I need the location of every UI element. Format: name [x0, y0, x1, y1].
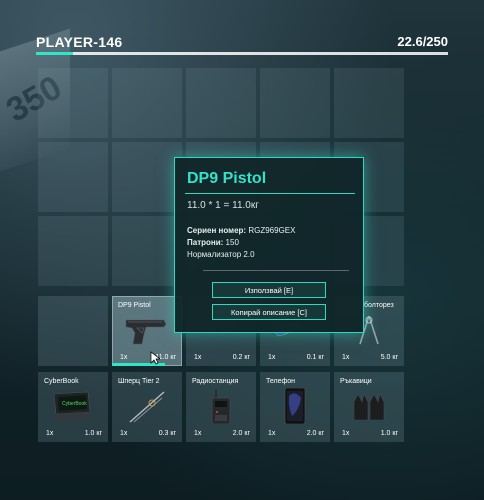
item-quantity: 1x: [120, 430, 128, 437]
item-weight: 5.0 кг: [380, 354, 398, 361]
radio-icon: [211, 390, 231, 424]
item-name: Шперц Tier 2: [118, 378, 160, 385]
tooltip-title: DP9 Pistol: [187, 170, 267, 187]
item-weight: 2.0 кг: [232, 430, 250, 437]
inventory-item-gloves[interactable]: Ръкавици 1x 1.0 кг: [334, 372, 404, 442]
tooltip-info: Сериен номер: RGZ969GEX Патрони: 150 Нор…: [187, 225, 295, 261]
inventory-item-cyberbook[interactable]: CyberBook CyberBook 1x 1.0 кг: [38, 372, 108, 442]
tooltip-serial: Сериен номер: RGZ969GEX: [187, 225, 295, 237]
serial-value: RGZ969GEX: [248, 226, 296, 235]
item-quantity: 1x: [194, 354, 202, 361]
item-quantity: 1x: [194, 430, 202, 437]
use-button[interactable]: Използвай [E]: [212, 282, 326, 298]
gloves-icon: [353, 393, 385, 421]
tooltip-divider: [185, 193, 355, 194]
inventory-item-lockpick[interactable]: Шперц Tier 2 1x 0.3 кг: [112, 372, 182, 442]
header: PLAYER-146 22.6/250: [36, 32, 448, 56]
tooltip-divider: [203, 270, 349, 271]
ammo-label: Патрони:: [187, 238, 224, 247]
item-tooltip: DP9 Pistol 11.0 * 1 = 11.0кг Сериен номе…: [174, 157, 364, 333]
inventory-slot[interactable]: [334, 68, 404, 138]
inventory-item-dp9-pistol[interactable]: DP9 Pistol 1x 11.0 кг: [112, 296, 182, 366]
inventory-slot[interactable]: [38, 216, 108, 286]
item-weight: 0.3 кг: [158, 430, 176, 437]
serial-label: Сериен номер:: [187, 226, 247, 235]
mouse-cursor-icon: [150, 351, 160, 365]
copy-description-button[interactable]: Копирай описание [C]: [212, 304, 326, 320]
item-weight: 0.1 кг: [306, 354, 324, 361]
item-weight: 1.0 кг: [380, 430, 398, 437]
item-name: Телефон: [266, 378, 296, 385]
phone-icon: [284, 388, 306, 424]
normalizer-label: Нормализатор: [187, 250, 242, 259]
weight-bar-fill: [36, 52, 74, 55]
normalizer-value: 2.0: [243, 250, 255, 259]
item-weight: 0.2 кг: [232, 354, 250, 361]
item-quantity: 1x: [120, 354, 128, 361]
player-name: PLAYER-146: [36, 34, 123, 50]
item-name: Радиостанция: [192, 378, 239, 385]
svg-text:CyberBook: CyberBook: [62, 401, 87, 407]
item-quantity: 1x: [342, 430, 350, 437]
item-name: DP9 Pistol: [118, 302, 151, 309]
item-quantity: 1x: [46, 430, 54, 437]
inventory-slot[interactable]: [112, 68, 182, 138]
item-quantity: 1x: [268, 430, 276, 437]
inventory-slot[interactable]: [38, 68, 108, 138]
inventory-slot[interactable]: [112, 216, 182, 286]
item-weight: 1.0 кг: [84, 430, 102, 437]
laptop-icon: CyberBook: [52, 391, 96, 420]
item-name: CyberBook: [44, 378, 79, 385]
item-quantity: 1x: [342, 354, 350, 361]
inventory-slot[interactable]: [260, 68, 330, 138]
lockpick-icon: [129, 391, 165, 423]
tooltip-ammo: Патрони: 150: [187, 237, 295, 249]
pistol-icon: [125, 319, 167, 345]
inventory-slot[interactable]: [186, 68, 256, 138]
inventory-slot[interactable]: [112, 142, 182, 212]
tooltip-weight-formula: 11.0 * 1 = 11.0кг: [187, 200, 259, 211]
weight-bar: [36, 52, 448, 55]
item-quantity: 1x: [268, 354, 276, 361]
inventory-slot[interactable]: [38, 296, 108, 366]
inventory-item-phone[interactable]: Телефон 1x 2.0 кг: [260, 372, 330, 442]
inventory-weight: 22.6/250: [397, 34, 448, 49]
inventory-item-radio[interactable]: Радиостанция 1x 2.0 кг: [186, 372, 256, 442]
item-name: Ръкавици: [340, 378, 372, 385]
ammo-value: 150: [225, 238, 239, 247]
tooltip-normalizer: Нормализатор 2.0: [187, 249, 295, 261]
item-name: болторез: [364, 302, 394, 309]
item-weight: 2.0 кг: [306, 430, 324, 437]
inventory-slot[interactable]: [38, 142, 108, 212]
